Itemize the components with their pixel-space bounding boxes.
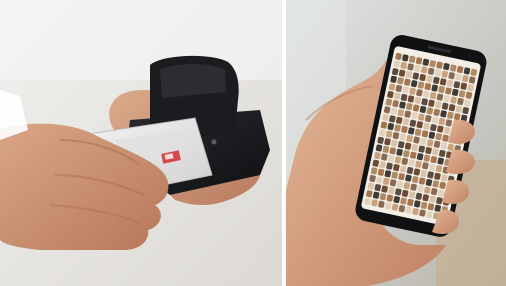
- card-reader-head-highlight: [160, 64, 226, 98]
- reader-screw: [211, 139, 217, 145]
- smartphone-illustration: [286, 0, 506, 286]
- left-photo-card-reader: [0, 0, 282, 286]
- left-top-highlight: [0, 0, 282, 80]
- right-photo-smartphone: [286, 0, 506, 286]
- card-reader-illustration: [0, 0, 282, 286]
